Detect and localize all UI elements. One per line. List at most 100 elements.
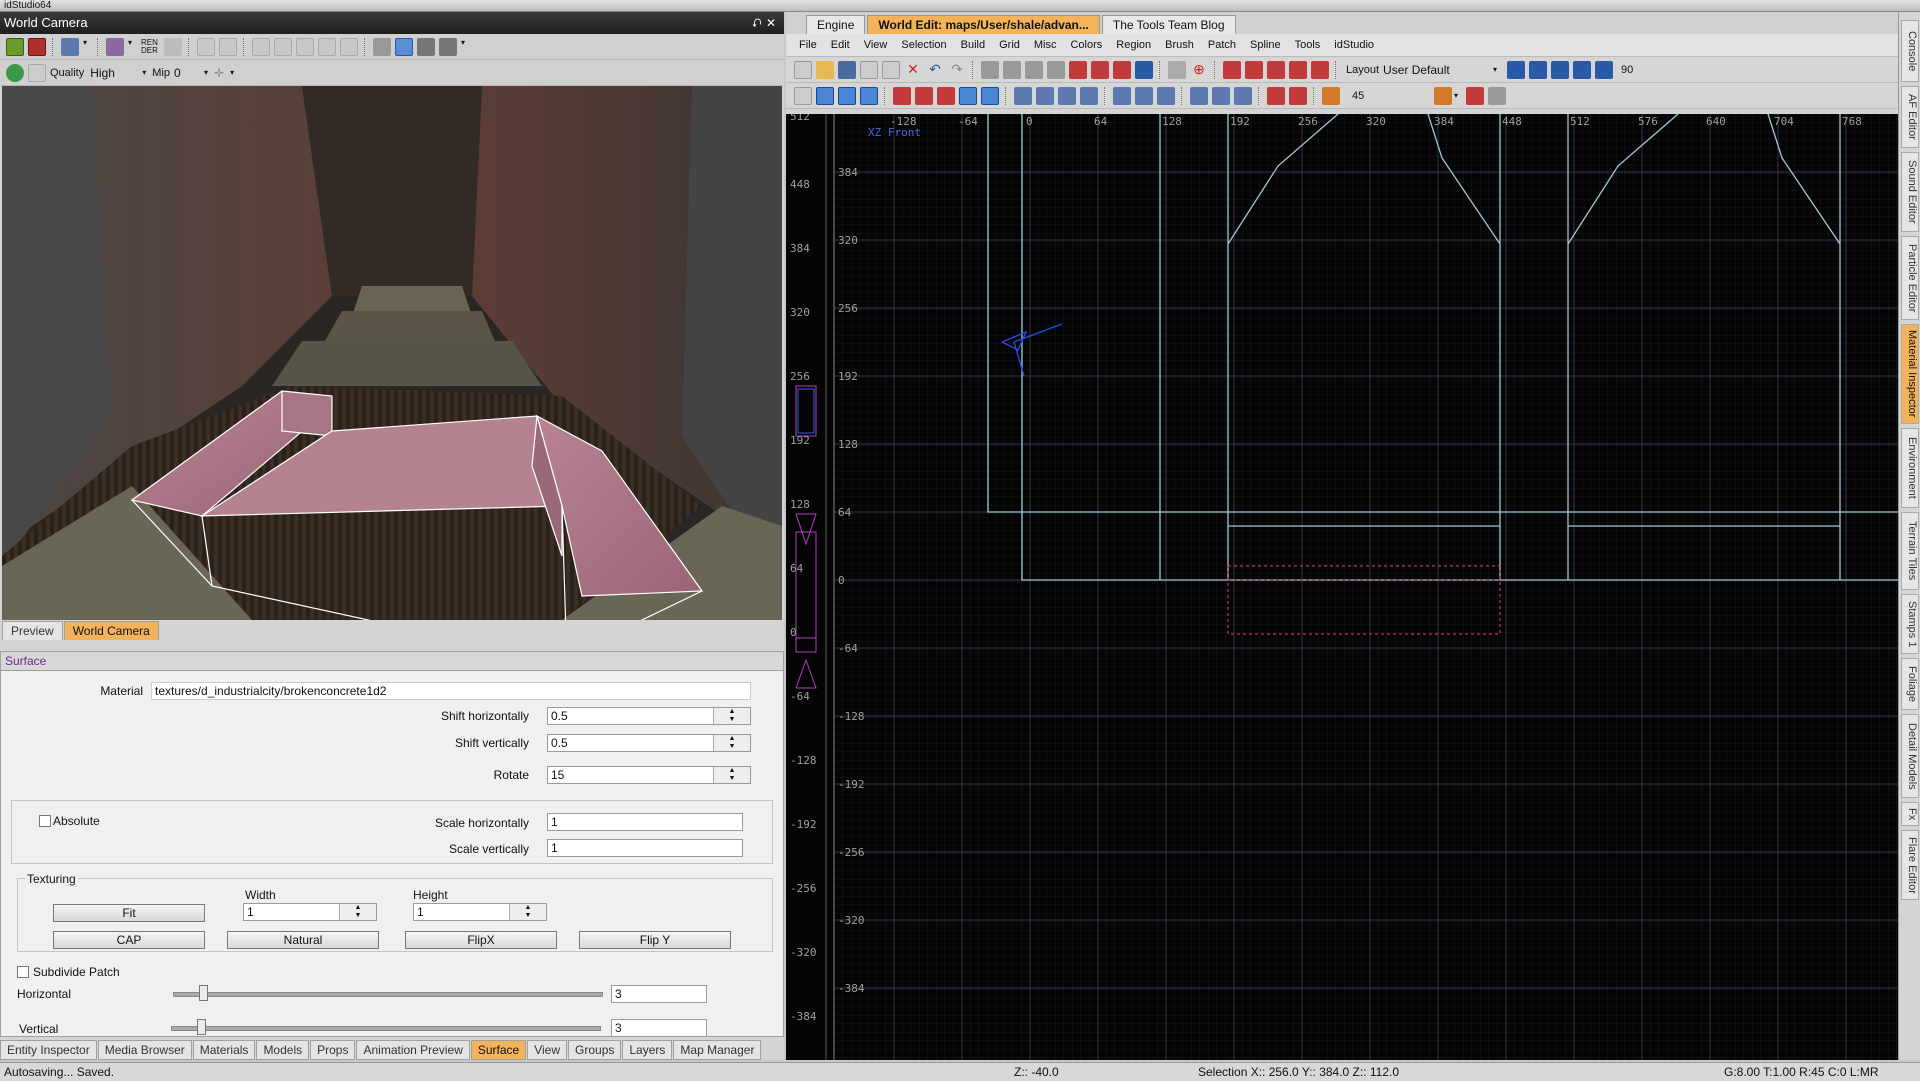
light-icon[interactable] <box>252 37 270 56</box>
grid-snap-icon[interactable] <box>959 86 977 105</box>
tab-map-manager[interactable]: Map Manager <box>673 1040 762 1060</box>
grid-display-icon[interactable] <box>340 37 358 56</box>
shift-v-spinner[interactable]: ▲ ▼ <box>713 735 750 751</box>
new-map-icon[interactable] <box>794 60 812 79</box>
chevron-down-icon[interactable]: ▾ <box>83 38 91 56</box>
menu-idstudio[interactable]: idStudio <box>1334 39 1374 51</box>
open-folder-icon[interactable] <box>816 60 834 79</box>
brush-tool-icon[interactable] <box>981 60 999 79</box>
ortho-view-icon[interactable] <box>1434 86 1452 105</box>
target-icon[interactable]: ⊕ <box>1190 61 1208 79</box>
horizontal-slider-thumb[interactable] <box>199 985 208 1001</box>
height-input[interactable]: 1 ▲ ▼ <box>413 903 547 921</box>
vertex-icon[interactable] <box>1135 60 1153 79</box>
vertical-slider-thumb[interactable] <box>197 1019 206 1035</box>
save-icon[interactable] <box>838 60 856 79</box>
ortho-viewport[interactable]: -128 -64 0 64 128 192 256 320 384 448 51… <box>786 114 1898 1060</box>
pivot-icon[interactable] <box>1190 86 1208 105</box>
scale-axis-icon[interactable] <box>1595 60 1614 79</box>
mip-select[interactable]: 0 <box>174 66 204 80</box>
cap-button[interactable]: CAP <box>53 931 205 949</box>
menu-grid[interactable]: Grid <box>999 39 1020 51</box>
menu-colors[interactable]: Colors <box>1070 39 1102 51</box>
taper-icon[interactable] <box>1080 86 1098 105</box>
menu-edit[interactable]: Edit <box>831 39 850 51</box>
tab-entity-inspector[interactable]: Entity Inspector <box>0 1040 97 1060</box>
horizontal-slider-track[interactable] <box>173 992 603 997</box>
menu-patch[interactable]: Patch <box>1208 39 1236 51</box>
select-partial-icon[interactable] <box>1289 60 1307 79</box>
scissors-icon[interactable] <box>164 37 182 56</box>
rotate-spinner[interactable]: ▲ ▼ <box>713 767 750 783</box>
view-options-icon[interactable] <box>61 37 79 56</box>
flipy-button[interactable]: Flip Y <box>579 931 731 949</box>
subtract-icon[interactable] <box>1069 60 1087 79</box>
merge-icon[interactable] <box>1091 60 1109 79</box>
tab-detail-models[interactable]: Detail Models <box>1901 714 1919 798</box>
tab-fx[interactable]: Fx <box>1901 802 1919 826</box>
select-mode-icon[interactable] <box>395 37 413 56</box>
chevron-down-icon[interactable]: ▾ <box>1493 65 1497 74</box>
record-icon[interactable] <box>28 37 46 56</box>
tab-view[interactable]: View <box>527 1040 568 1060</box>
render-mode-icon[interactable] <box>106 37 124 56</box>
copy-icon[interactable] <box>882 60 900 79</box>
width-spinner[interactable]: ▲ ▼ <box>339 904 376 920</box>
chevron-down-icon[interactable]: ▾ <box>461 38 469 56</box>
carve-icon[interactable] <box>1113 60 1131 79</box>
shift-v-input[interactable]: 0.5 ▲ ▼ <box>547 734 751 752</box>
paste-icon[interactable] <box>219 37 237 56</box>
flipx-button[interactable]: FlipX <box>405 931 557 949</box>
rotate-input[interactable]: 15 ▲ ▼ <box>547 766 751 784</box>
chevron-down-icon[interactable]: ▾ <box>230 68 234 77</box>
camera-icon[interactable] <box>6 37 24 56</box>
clip-tool-icon[interactable] <box>1003 60 1021 79</box>
cut-icon[interactable] <box>860 60 878 79</box>
tools-icon[interactable] <box>439 37 457 56</box>
layout-select[interactable]: User Default <box>1383 63 1493 77</box>
height-spinner[interactable]: ▲ ▼ <box>509 904 546 920</box>
menu-build[interactable]: Build <box>961 39 985 51</box>
chevron-down-icon[interactable]: ▾ <box>204 68 208 77</box>
tab-groups[interactable]: Groups <box>568 1040 622 1060</box>
ungroup-icon[interactable] <box>1289 86 1307 105</box>
texture-icon[interactable] <box>28 63 46 82</box>
grid-value[interactable]: 45 <box>1352 90 1422 102</box>
cut-patch-icon[interactable] <box>1113 86 1131 105</box>
menu-view[interactable]: View <box>864 39 888 51</box>
snap-icon[interactable] <box>417 37 435 56</box>
select-entities-icon[interactable] <box>816 86 834 105</box>
camera-view-icon[interactable] <box>794 86 812 105</box>
world-camera-viewport[interactable] <box>2 86 782 620</box>
quality-select[interactable]: High <box>90 66 142 80</box>
render-button[interactable]: REN DER <box>141 38 159 55</box>
axis-x-icon[interactable] <box>1507 60 1526 79</box>
curve-icon[interactable] <box>1014 86 1032 105</box>
menu-file[interactable]: File <box>799 39 817 51</box>
select-touching-icon[interactable] <box>1223 60 1241 79</box>
select-complete-icon[interactable] <box>1267 60 1285 79</box>
select-patches-icon[interactable] <box>860 86 878 105</box>
subdivide-checkbox[interactable] <box>17 966 29 978</box>
tab-models[interactable]: Models <box>256 1040 310 1060</box>
angle-snap-icon[interactable] <box>981 86 999 105</box>
tab-environment[interactable]: Environment <box>1901 428 1919 508</box>
chevron-down-icon[interactable]: ▾ <box>1454 91 1458 100</box>
tab-stamps[interactable]: Stamps 1 <box>1901 594 1919 654</box>
chevron-down-icon[interactable]: ▾ <box>142 68 146 77</box>
tab-media-browser[interactable]: Media Browser <box>97 1040 192 1060</box>
hollow-tool-icon[interactable] <box>1047 60 1065 79</box>
gizmo-icon[interactable] <box>373 37 391 56</box>
shift-h-spinner[interactable]: ▲ ▼ <box>713 708 750 724</box>
tab-particle-editor[interactable]: Particle Editor <box>1901 236 1919 320</box>
menu-region[interactable]: Region <box>1116 39 1151 51</box>
tab-terrain-tiles[interactable]: Terrain Tiles <box>1901 512 1919 590</box>
tab-af-editor[interactable]: AF Editor <box>1901 86 1919 148</box>
drop-icon[interactable] <box>1234 86 1252 105</box>
tab-world-camera[interactable]: World Camera <box>63 621 159 640</box>
axis-y-icon[interactable] <box>1529 60 1548 79</box>
join-patch-icon[interactable] <box>1135 86 1153 105</box>
vertical-input[interactable]: 3 <box>611 1019 707 1037</box>
filter-icon[interactable] <box>1488 86 1507 105</box>
tab-surface[interactable]: Surface <box>470 1040 527 1060</box>
